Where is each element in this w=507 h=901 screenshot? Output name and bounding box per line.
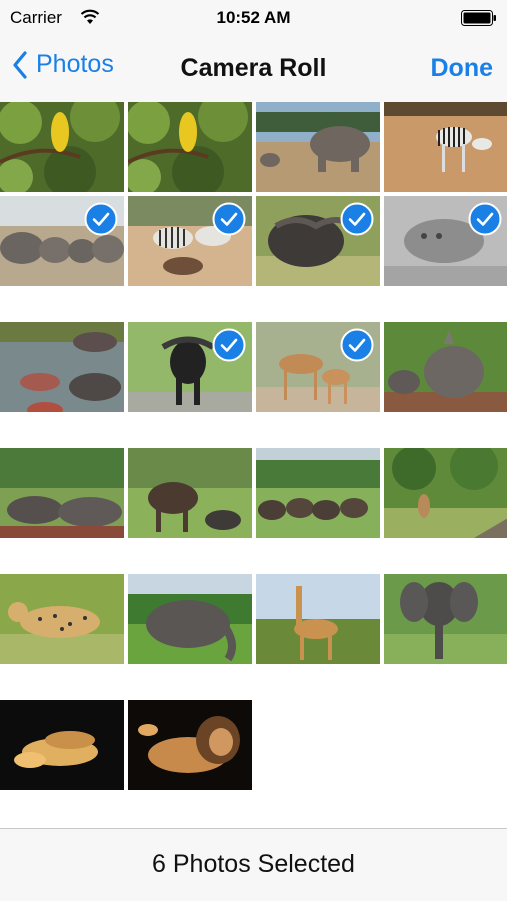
checkmark-icon [212,328,246,362]
photo-thumbnail[interactable] [384,196,507,286]
done-button[interactable]: Done [431,54,494,83]
photo-rhino [384,322,507,412]
photo-antelope-in-bush [384,448,507,538]
photo-thumbnail[interactable] [256,196,380,286]
photo-thumbnail[interactable] [384,574,507,664]
photo-elephant-grazing [128,574,252,664]
status-bar: Carrier 10:52 AM [0,0,507,36]
photo-thumbnail[interactable] [384,102,507,192]
photo-rhinos-resting [0,448,124,538]
photo-thumbnail[interactable] [0,574,124,664]
clock: 10:52 AM [216,8,291,27]
photo-thumbnail[interactable] [256,102,380,192]
photo-thumbnail[interactable] [256,574,380,664]
bottom-toolbar: 6 Photos Selected [0,828,507,901]
battery-icon [461,10,497,26]
photo-thumbnail[interactable] [384,322,507,412]
photo-thumbnail[interactable] [128,322,252,412]
photo-thumbnail[interactable] [384,448,507,538]
checkmark-icon [340,328,374,362]
photo-thumbnail[interactable] [128,700,252,790]
photo-thumbnail[interactable] [0,196,124,286]
photo-cheetah [0,574,124,664]
checkmark-icon [84,202,118,236]
photo-thumbnail[interactable] [256,448,380,538]
checkmark-icon [340,202,374,236]
photo-hippos-in-water [0,322,124,412]
photo-thumbnail[interactable] [256,322,380,412]
photo-lion-at-night [128,700,252,790]
photo-thumbnail[interactable] [128,196,252,286]
photo-pear-tree [0,102,124,192]
photo-thumbnail[interactable] [0,322,124,412]
photo-zebras [384,102,507,192]
selection-count: 6 Photos Selected [152,850,355,878]
photo-thumbnail[interactable] [128,574,252,664]
photo-thumbnail[interactable] [128,448,252,538]
photo-elephant-front [384,574,507,664]
checkmark-icon [468,202,502,236]
photo-thumbnail[interactable] [0,102,124,192]
photo-thumbnail[interactable] [0,448,124,538]
photo-thumbnail[interactable] [0,700,124,790]
checkmark-icon [212,202,246,236]
photo-wildebeest [128,448,252,538]
photo-thumbnail[interactable] [128,102,252,192]
navigation-bar: Photos Camera Roll Done [0,36,507,102]
photo-giraffe [256,574,380,664]
photo-elephant [256,102,380,192]
photo-buffalo-herd [256,448,380,538]
photo-pear-tree [128,102,252,192]
photo-lions-at-night [0,700,124,790]
